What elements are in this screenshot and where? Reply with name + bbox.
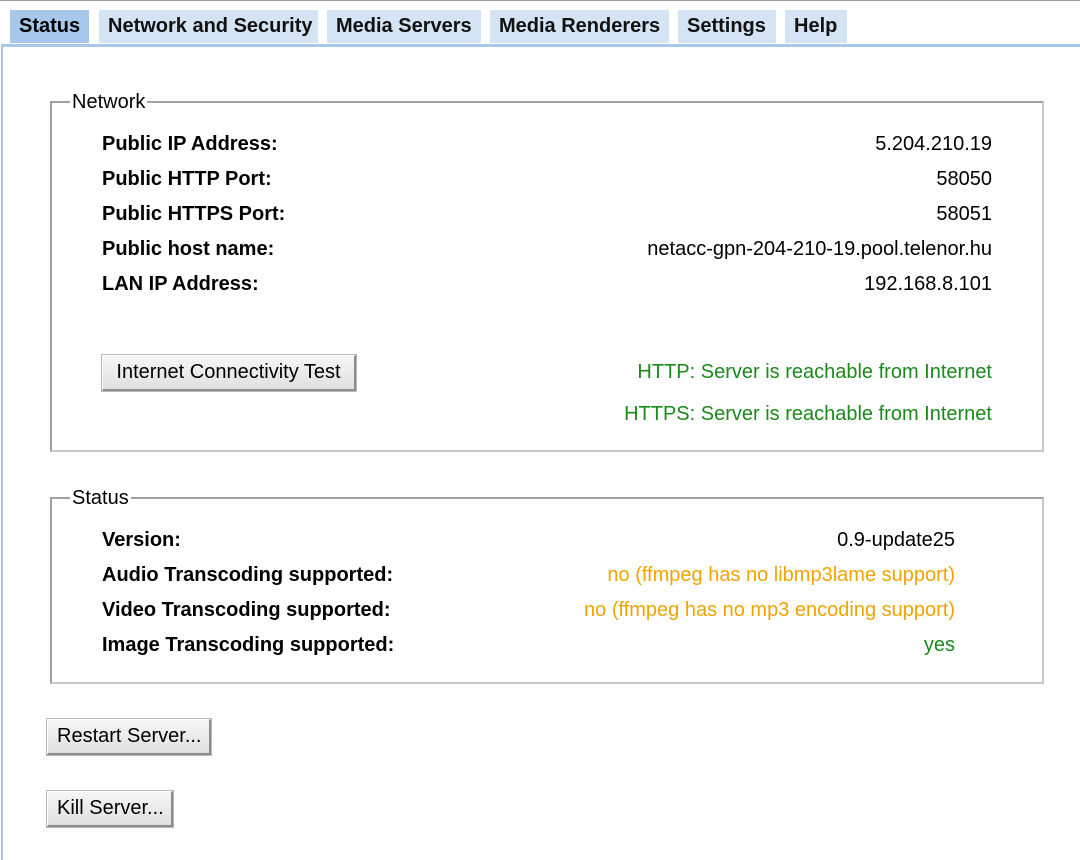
status-row-image-transcoding: Image Transcoding supported: yes [102, 631, 955, 659]
audio-transcoding-label: Audio Transcoding supported: [102, 564, 394, 586]
https-port-label: Public HTTPS Port: [102, 203, 286, 225]
version-label: Version: [102, 529, 181, 551]
lan-ip-value: 192.168.8.101 [864, 273, 992, 295]
network-row-https-port: Public HTTPS Port: 58051 [102, 200, 992, 228]
http-port-label: Public HTTP Port: [102, 168, 272, 190]
host-name-value: netacc-gpn-204-210-19.pool.telenor.hu [647, 238, 992, 260]
status-row-version: Version: 0.9-update25 [102, 526, 955, 554]
version-value: 0.9-update25 [837, 529, 955, 551]
http-port-value: 58050 [936, 168, 992, 190]
lan-ip-label: LAN IP Address: [102, 273, 259, 295]
internet-connectivity-test-button[interactable]: Internet Connectivity Test [101, 354, 357, 392]
status-row-video-transcoding: Video Transcoding supported: no (ffmpeg … [102, 596, 955, 624]
tab-media-servers[interactable]: Media Servers [327, 10, 481, 43]
network-row-http-port: Public HTTP Port: 58050 [102, 165, 992, 193]
image-transcoding-value: yes [923, 634, 955, 656]
restart-server-button[interactable]: Restart Server... [46, 718, 212, 756]
host-name-label: Public host name: [102, 238, 275, 260]
https-result-row: HTTPS: Server is reachable from Internet [500, 400, 992, 428]
network-row-lan-ip: LAN IP Address: 192.168.8.101 [102, 270, 992, 298]
network-legend: Network [72, 91, 146, 113]
tab-panel-top-border [3, 44, 1080, 47]
tab-help[interactable]: Help [785, 10, 847, 43]
tab-panel-left-border [1, 44, 3, 860]
https-reachable-status: HTTPS: Server is reachable from Internet [624, 403, 992, 425]
video-transcoding-value: no (ffmpeg has no mp3 encoding support) [584, 599, 955, 621]
https-port-value: 58051 [936, 203, 992, 225]
image-transcoding-label: Image Transcoding supported: [102, 634, 395, 656]
status-legend: Status [72, 487, 129, 509]
tab-settings[interactable]: Settings [678, 10, 776, 43]
public-ip-value: 5.204.210.19 [875, 133, 992, 155]
tab-media-renderers[interactable]: Media Renderers [490, 10, 669, 43]
tab-status[interactable]: Status [10, 10, 89, 43]
public-ip-label: Public IP Address: [102, 133, 278, 155]
tab-bar: Status Network and Security Media Server… [0, 0, 1080, 46]
network-row-host-name: Public host name: netacc-gpn-204-210-19.… [102, 235, 992, 263]
http-reachable-status: HTTP: Server is reachable from Internet [637, 361, 992, 383]
status-row-audio-transcoding: Audio Transcoding supported: no (ffmpeg … [102, 561, 955, 589]
tab-network-and-security[interactable]: Network and Security [99, 10, 318, 43]
http-result-row: HTTP: Server is reachable from Internet [500, 358, 992, 386]
network-row-public-ip: Public IP Address: 5.204.210.19 [102, 130, 992, 158]
video-transcoding-label: Video Transcoding supported: [102, 599, 391, 621]
kill-server-button[interactable]: Kill Server... [46, 790, 174, 828]
audio-transcoding-value: no (ffmpeg has no libmp3lame support) [607, 564, 955, 586]
